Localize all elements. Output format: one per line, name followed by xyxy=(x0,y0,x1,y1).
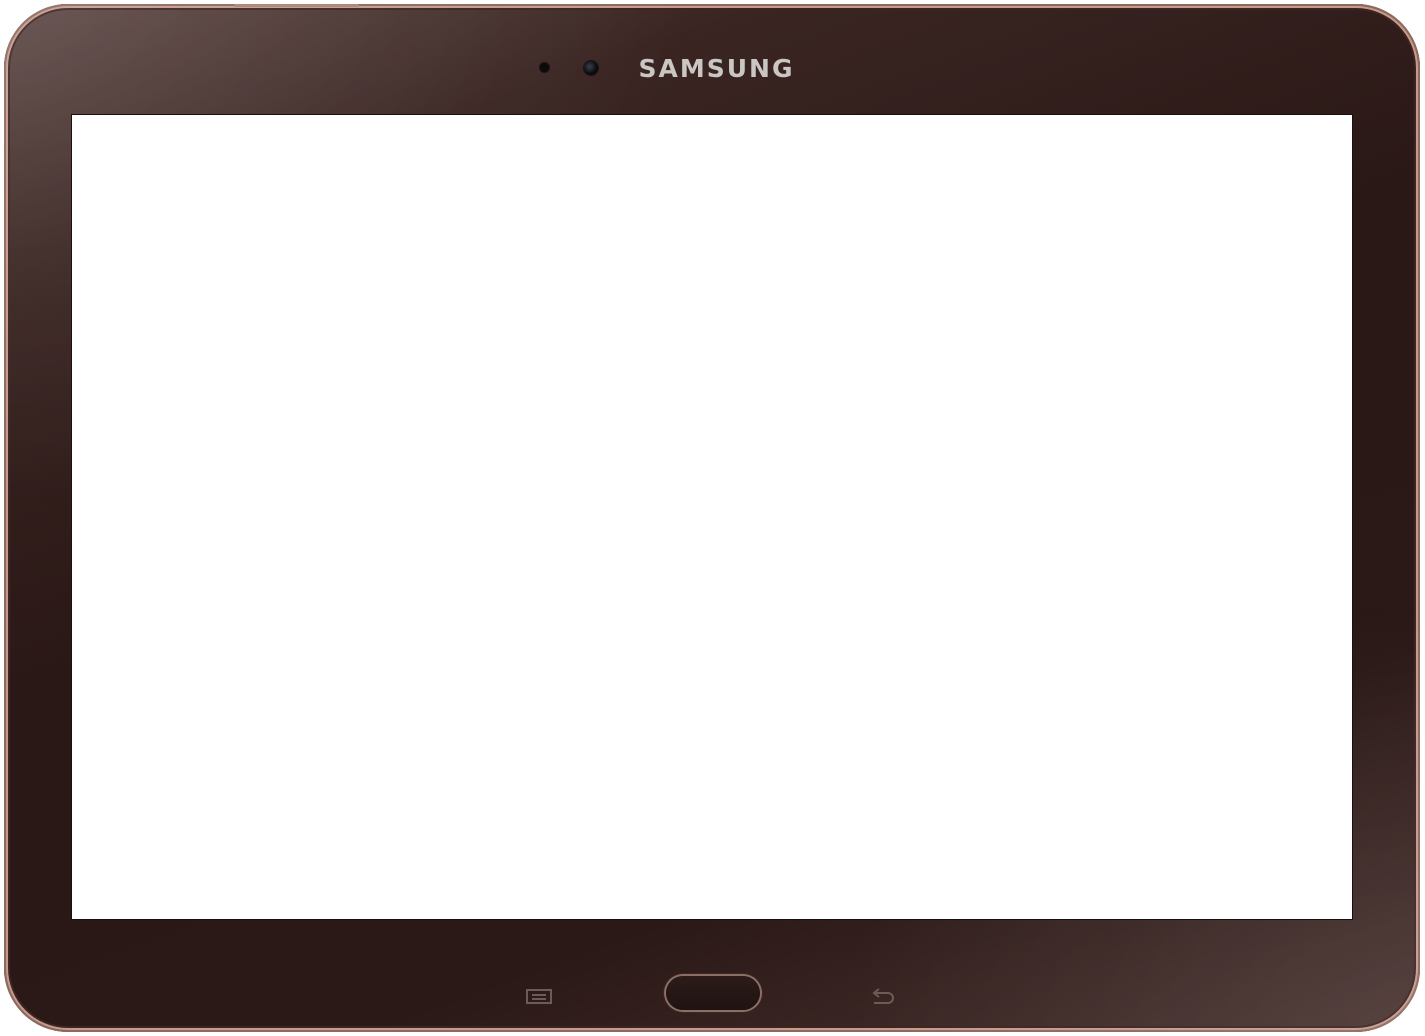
home-button[interactable] xyxy=(666,976,760,1010)
front-camera-icon xyxy=(584,61,598,75)
display-screen[interactable] xyxy=(72,115,1352,919)
menu-icon xyxy=(526,989,552,1004)
power-button-edge[interactable] xyxy=(234,4,359,7)
back-icon xyxy=(872,988,894,1004)
back-key[interactable] xyxy=(868,986,898,1008)
tablet-device: SAMSUNG xyxy=(4,4,1420,1032)
brand-logo: SAMSUNG xyxy=(638,54,795,83)
light-sensor-icon xyxy=(540,63,549,72)
menu-key[interactable] xyxy=(524,986,554,1006)
